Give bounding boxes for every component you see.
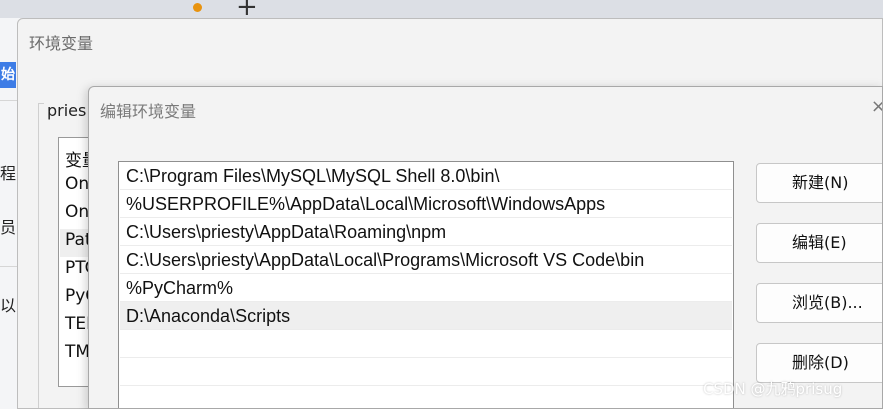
path-entry[interactable]: C:\Users\priesty\AppData\Local\Programs\… [120, 246, 732, 274]
browser-tab-strip: + [0, 0, 883, 20]
list-item[interactable]: TM [65, 342, 90, 362]
close-icon[interactable]: × [871, 96, 882, 117]
list-item[interactable]: On [65, 202, 89, 222]
path-entry-empty[interactable] [120, 386, 732, 408]
browse-button[interactable]: 浏览(B)... [756, 283, 882, 323]
new-tab-plus-icon[interactable]: + [236, 0, 258, 20]
group-label: pries [44, 101, 90, 120]
path-entry[interactable]: %PyCharm% [120, 274, 732, 302]
delete-button[interactable]: 删除(D) [756, 343, 882, 383]
dialog-title: 编辑环境变量 [100, 102, 197, 121]
edit-environment-variable-dialog: 编辑环境变量 × C:\Program Files\MySQL\MySQL Sh… [88, 86, 883, 409]
path-entry[interactable]: C:\Program Files\MySQL\MySQL Shell 8.0\b… [120, 162, 732, 190]
path-entry-empty[interactable] [120, 330, 732, 358]
list-item[interactable]: On [65, 174, 89, 194]
path-entry[interactable]: C:\Users\priesty\AppData\Roaming\npm [120, 218, 732, 246]
new-button[interactable]: 新建(N) [756, 163, 882, 203]
path-entry-empty[interactable] [120, 358, 732, 386]
tab-unsaved-dot-icon [193, 3, 202, 12]
path-entry[interactable]: %USERPROFILE%\AppData\Local\Microsoft\Wi… [120, 190, 732, 218]
window-title: 环境变量 [29, 34, 94, 53]
csdn-watermark: CSDN @九鸦prisug [703, 380, 843, 398]
start-button[interactable]: 始 [0, 62, 16, 88]
path-entries-list[interactable]: C:\Program Files\MySQL\MySQL Shell 8.0\b… [118, 161, 734, 408]
path-entry-selected[interactable]: D:\Anaconda\Scripts [120, 302, 732, 330]
edit-button[interactable]: 编辑(E) [756, 223, 882, 263]
